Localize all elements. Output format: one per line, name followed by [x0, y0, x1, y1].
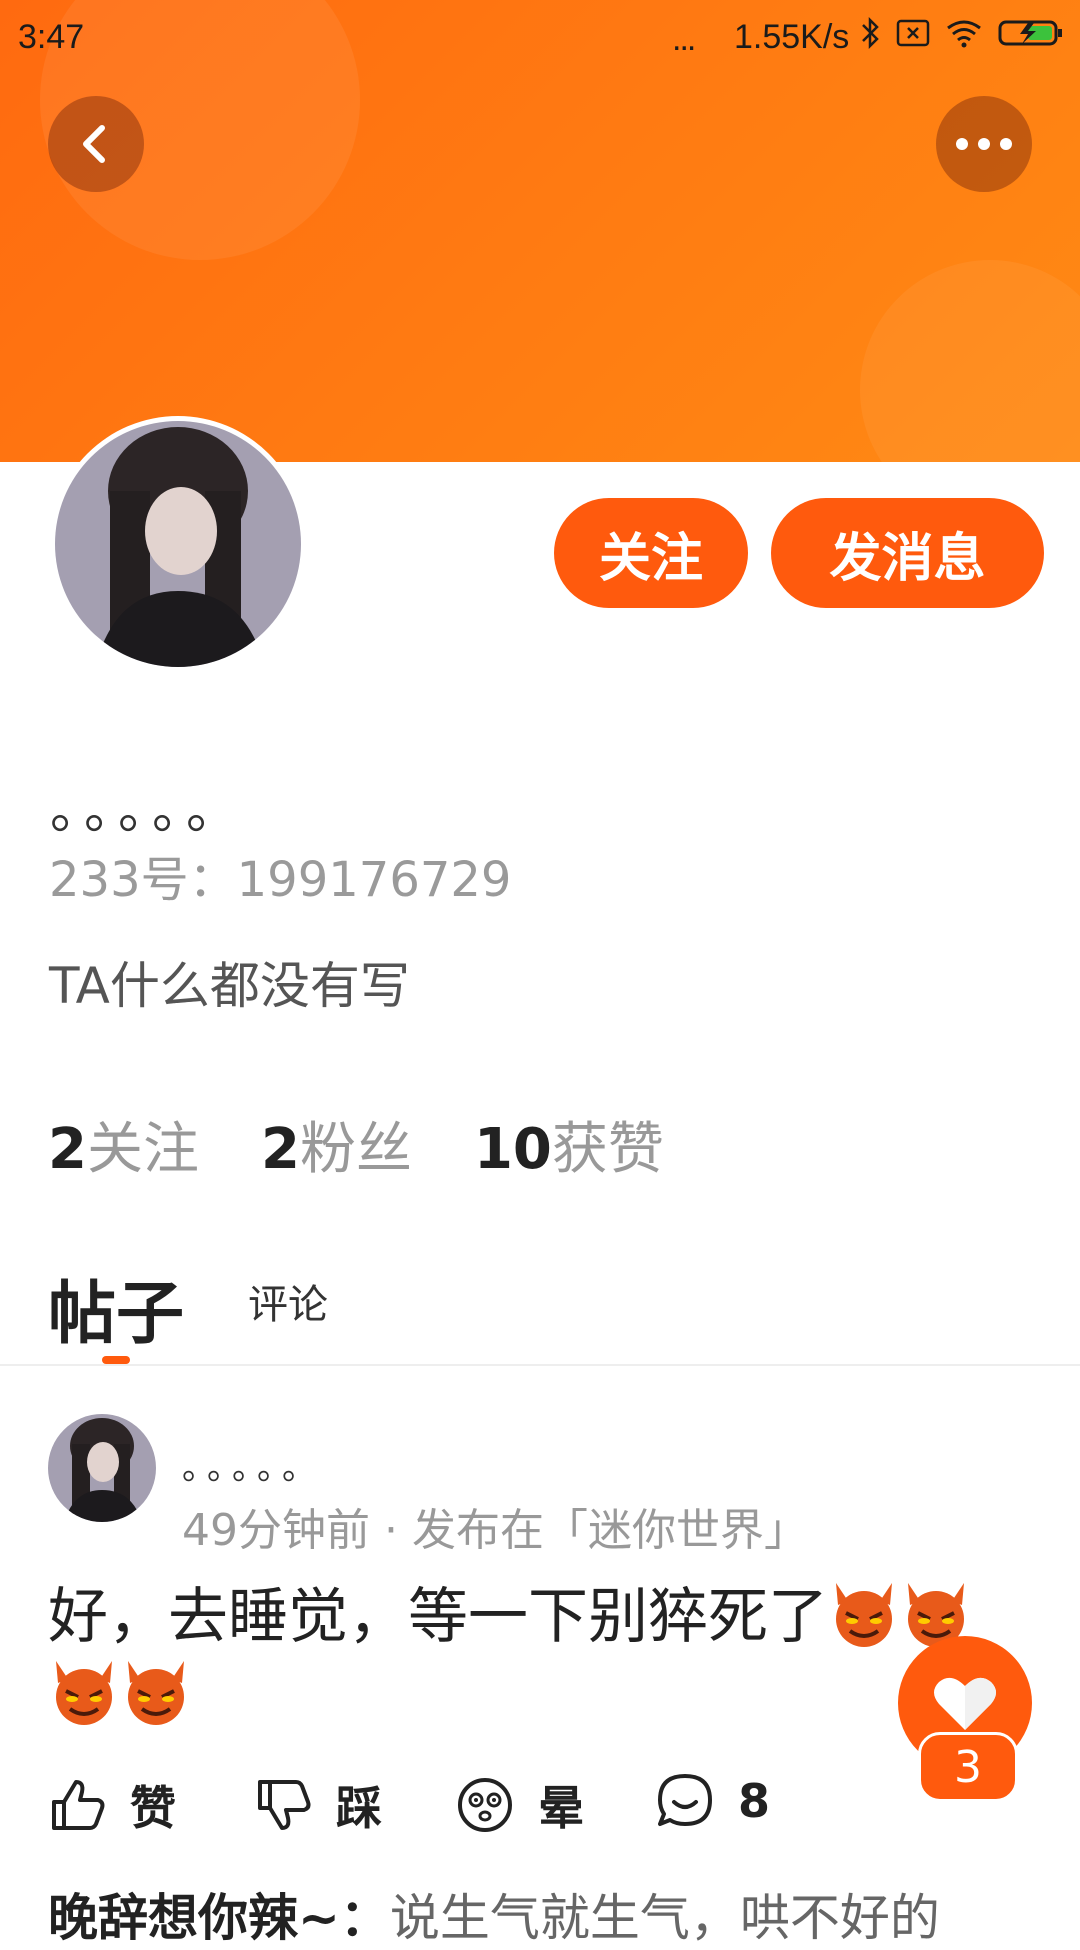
comment-preview-user: 晚辞想你辣~： [48, 1889, 390, 1947]
banner-decoration [860, 260, 1080, 462]
like-label: 赞 [130, 1781, 176, 1835]
smiling-devil-icon [836, 1583, 892, 1647]
follow-button[interactable]: 关注 [554, 498, 748, 608]
post-author-avatar[interactable] [48, 1414, 156, 1522]
no-sim-icon [896, 19, 930, 47]
send-message-button[interactable]: 发消息 [771, 498, 1044, 608]
battery-charging-icon [998, 20, 1062, 46]
wifi-icon [947, 20, 981, 48]
dislike-label: 踩 [336, 1781, 382, 1835]
post-actions: 赞 踩 晕 8 [50, 1772, 1050, 1838]
post-meta: 49分钟前 · 发布在「迷你世界」 [182, 1505, 808, 1556]
stat-fans[interactable]: 2 粉丝 [261, 1104, 412, 1185]
smiling-devil-icon [128, 1661, 184, 1725]
dizzy-button[interactable]: 晕 [456, 1772, 584, 1838]
status-icons [860, 16, 1064, 50]
thumbs-down-icon [258, 1780, 311, 1830]
profile-stats: 2 关注 2 粉丝 10 获赞 [48, 1104, 726, 1185]
tab-comments[interactable]: 评论 [248, 1272, 328, 1330]
active-tab-indicator [102, 1356, 130, 1364]
smiling-devil-icon [56, 1661, 112, 1725]
post-author-name[interactable]: 。。。。。 [182, 1440, 324, 1489]
back-icon [83, 125, 105, 163]
back-button[interactable] [48, 96, 144, 192]
more-icon [956, 138, 1012, 150]
user-bio: TA什么都没有写 [49, 957, 410, 1015]
user-id: 233号：199176729 [49, 852, 512, 908]
stat-number: 10 [473, 1117, 552, 1182]
comment-icon [658, 1774, 712, 1826]
profile-avatar[interactable] [50, 416, 306, 672]
comment-preview[interactable]: 晚辞想你辣~：说生气就生气，哄不好的 [48, 1878, 940, 1950]
dizzy-label: 晕 [538, 1781, 584, 1835]
heart-icon [934, 1677, 996, 1730]
avatar-image [55, 421, 301, 667]
dizzy-face-icon [458, 1778, 512, 1832]
comment-preview-text: 说生气就生气，哄不好的 [389, 1889, 940, 1947]
divider [0, 1364, 1080, 1366]
network-speed: 1.55K/s [734, 18, 850, 56]
stat-likes: 10 获赞 [474, 1104, 664, 1185]
tab-posts[interactable]: 帖子 [48, 1258, 184, 1357]
stat-label: 获赞 [551, 1117, 664, 1182]
comment-count: 8 [738, 1774, 771, 1828]
like-button[interactable]: 赞 [50, 1772, 176, 1838]
post-content[interactable]: 好，去睡觉，等一下别猝死了 [48, 1578, 1008, 1734]
dislike-button[interactable]: 踩 [256, 1772, 382, 1838]
stat-label: 关注 [86, 1117, 199, 1182]
thumbs-up-icon [52, 1780, 105, 1830]
bluetooth-icon [862, 16, 879, 50]
status-time: 3:47 [18, 18, 85, 56]
post-text: 好，去睡觉，等一下别猝死了 [48, 1582, 828, 1652]
stat-number: 2 [260, 1117, 300, 1182]
status-bar: 3:47 ... 1.55K/s [0, 0, 1080, 76]
profile-nickname: 。。。。。 [50, 781, 247, 841]
stat-number: 2 [48, 1117, 87, 1182]
stat-label: 粉丝 [299, 1117, 412, 1182]
status-more-dots: ... [672, 20, 696, 58]
comment-button[interactable]: 8 [656, 1772, 770, 1830]
more-options-button[interactable] [936, 96, 1032, 192]
stat-following[interactable]: 2 关注 [48, 1104, 199, 1185]
